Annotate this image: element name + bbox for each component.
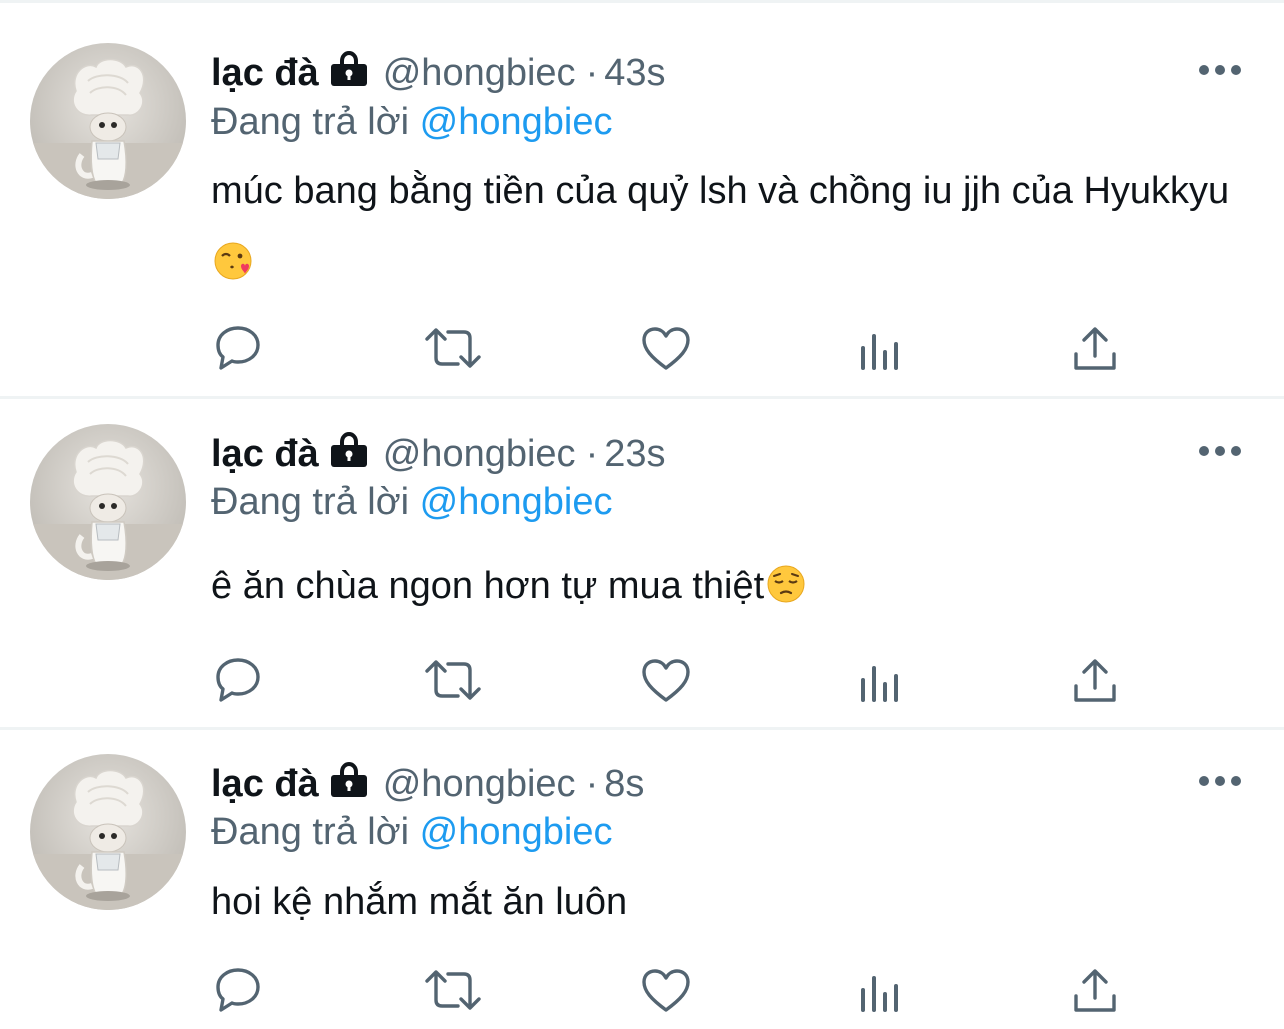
tweet[interactable]: lạc đà @hongbiec · 8s Đang trả lời @hongbie… bbox=[0, 0, 1284, 1029]
more-icon[interactable] bbox=[1198, 774, 1242, 788]
user-handle[interactable]: @hongbiec bbox=[383, 763, 576, 805]
tweet-feed: lạc đà @hongbiec · 43s Đang trả lời @hongbi… bbox=[0, 0, 1284, 1029]
tweet-header: lạc đà @hongbiec · 8s bbox=[211, 761, 644, 808]
lock-icon bbox=[329, 761, 369, 808]
timestamp[interactable]: 8s bbox=[604, 763, 644, 805]
retweet-icon[interactable] bbox=[425, 968, 481, 1016]
separator-dot: · bbox=[585, 763, 599, 805]
tweet-text-content: hoi kệ nhắm mắt ăn luôn bbox=[211, 881, 628, 923]
replying-to-label: Đang trả lời bbox=[211, 811, 410, 853]
reply-mention-link[interactable]: @hongbiec bbox=[420, 811, 613, 853]
reply-icon[interactable] bbox=[213, 966, 265, 1014]
views-icon[interactable] bbox=[858, 972, 910, 1020]
replying-to: Đang trả lời @hongbiec bbox=[211, 810, 613, 854]
display-name[interactable]: lạc đà bbox=[211, 763, 319, 805]
tweet-text: hoi kệ nhắm mắt ăn luôn bbox=[211, 866, 1251, 938]
avatar[interactable] bbox=[30, 754, 186, 910]
heart-icon[interactable] bbox=[641, 968, 693, 1016]
share-icon[interactable] bbox=[1072, 968, 1124, 1016]
